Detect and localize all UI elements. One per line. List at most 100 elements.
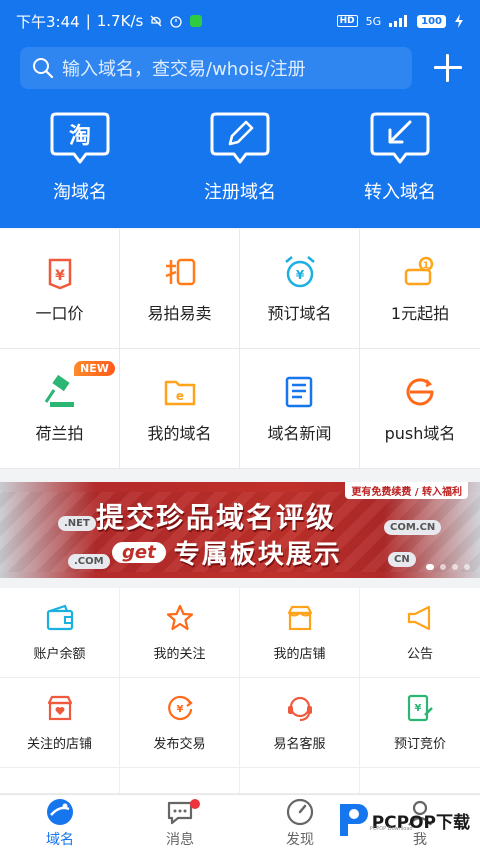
feature-label: 荷兰拍 xyxy=(35,423,84,443)
service-label: 发布交易 xyxy=(153,737,206,752)
transfer-in-icon xyxy=(370,112,430,164)
charging-icon xyxy=(455,14,463,28)
service-reserve-bid[interactable]: ¥ 预订竞价 xyxy=(360,678,480,768)
banner-title: 提交珍品域名评级 xyxy=(96,501,337,534)
service-account-balance[interactable]: 账户余额 xyxy=(0,588,120,678)
megaphone-icon xyxy=(407,605,431,631)
quick-label: 转入域名 xyxy=(364,182,436,203)
service-label: 预订竞价 xyxy=(393,737,446,752)
mute-icon xyxy=(150,15,162,27)
feature-label: push域名 xyxy=(384,423,456,443)
carousel-dot[interactable] xyxy=(452,564,458,570)
bid-doc-icon: ¥ xyxy=(407,694,433,722)
carousel-dot[interactable] xyxy=(464,564,470,570)
watermark-logo-icon xyxy=(339,804,368,836)
service-label: 我的店铺 xyxy=(273,647,326,662)
service-label: 我的关注 xyxy=(153,647,206,662)
banner-tag: COM.CN xyxy=(384,520,442,535)
feature-dutch-auction[interactable]: NEW 荷兰拍 xyxy=(0,349,120,469)
svg-text:¥: ¥ xyxy=(415,703,422,714)
feature-domain-news[interactable]: 域名新闻 xyxy=(240,349,360,469)
quick-tao-domain[interactable]: 淘 淘域名 xyxy=(0,110,160,204)
svg-text:¥: ¥ xyxy=(55,268,65,284)
svg-text:¥: ¥ xyxy=(176,704,183,715)
signal-icon xyxy=(389,15,408,27)
status-speed: 1.7K/s xyxy=(96,12,144,30)
service-publish-trade[interactable]: ¥ 发布交易 xyxy=(120,678,240,768)
carousel-dot[interactable] xyxy=(426,564,434,570)
banner-top-text: 更有免费续费 / 转入福利 xyxy=(345,482,468,499)
battery-level: 100 xyxy=(417,14,446,28)
feature-reserve-domain[interactable]: ¥ 预订域名 xyxy=(240,229,360,349)
quick-actions: 淘 淘域名 注册域名 转入域名 xyxy=(0,110,480,204)
coin-stack-icon: 1 xyxy=(404,256,434,285)
service-announcement[interactable]: 公告 xyxy=(360,588,480,678)
auction-card-icon xyxy=(165,258,195,285)
header: 下午3:44 | 1.7K/s HD 5G 100 输入域名，查交易/whois… xyxy=(0,0,480,228)
alarm-clock-icon: ¥ xyxy=(284,255,315,287)
unread-dot xyxy=(190,799,200,809)
push-e-icon xyxy=(406,377,434,405)
service-label: 易名客服 xyxy=(273,737,326,752)
status-time: 下午3:44 xyxy=(16,12,80,31)
svg-text:¥: ¥ xyxy=(295,268,304,282)
gavel-icon xyxy=(44,374,74,407)
service-row-partial xyxy=(120,768,240,794)
tao-domain-icon: 淘 xyxy=(50,112,110,164)
nav-messages[interactable]: 消息 xyxy=(120,795,240,853)
feature-fixed-price[interactable]: ¥ 一口价 xyxy=(0,229,120,349)
svg-text:1: 1 xyxy=(423,261,429,271)
service-my-follows[interactable]: 我的关注 xyxy=(120,588,240,678)
headset-icon xyxy=(287,696,312,721)
status-bar: 下午3:44 | 1.7K/s HD 5G 100 xyxy=(0,0,480,42)
banner-tag: .COM xyxy=(68,554,110,569)
add-icon[interactable] xyxy=(432,52,464,84)
banner-subtitle-row: get 专属板块展示 xyxy=(112,534,342,571)
nav-label: 域名 xyxy=(46,832,74,848)
app-notify-icon xyxy=(190,15,203,27)
quick-register-domain[interactable]: 注册域名 xyxy=(160,110,320,204)
watermark: PCPOP下载 PCPOP Download xyxy=(336,800,470,840)
feature-my-domains[interactable]: e 我的域名 xyxy=(120,349,240,469)
feature-label: 域名新闻 xyxy=(267,423,332,443)
feature-push-domain[interactable]: push域名 xyxy=(360,349,480,469)
service-followed-shops[interactable]: 关注的店铺 xyxy=(0,678,120,768)
nav-label: 发现 xyxy=(286,832,314,848)
nav-domain[interactable]: 域名 xyxy=(0,795,120,853)
feature-one-yuan-auction[interactable]: 1 1元起拍 xyxy=(360,229,480,349)
network-label: 5G xyxy=(365,14,382,28)
service-customer-support[interactable]: 易名客服 xyxy=(240,678,360,768)
service-my-shop[interactable]: 我的店铺 xyxy=(240,588,360,678)
svg-text:e: e xyxy=(175,389,183,403)
feature-label: 1元起拍 xyxy=(390,303,450,323)
new-badge: NEW xyxy=(74,361,115,376)
feature-easy-auction[interactable]: 易拍易卖 xyxy=(120,229,240,349)
carousel-dot[interactable] xyxy=(440,564,446,570)
publish-trade-icon: ¥ xyxy=(167,695,193,721)
service-row-partial xyxy=(0,768,120,794)
promo-banner[interactable]: 更有免费续费 / 转入福利 .NET .COM COM.CN CN 提交珍品域名… xyxy=(0,482,480,578)
followed-shop-icon xyxy=(47,695,72,721)
search-placeholder: 输入域名，查交易/whois/注册 xyxy=(62,59,306,80)
search-input[interactable]: 输入域名，查交易/whois/注册 xyxy=(20,47,412,89)
feature-label: 一口价 xyxy=(35,303,84,323)
banner-subtitle: 专属板块展示 xyxy=(173,540,342,570)
service-row-partial xyxy=(240,768,360,794)
feature-label: 我的域名 xyxy=(147,423,212,443)
quick-label: 淘域名 xyxy=(53,182,107,203)
banner-tag: .NET xyxy=(58,516,96,531)
service-row-partial xyxy=(360,768,480,794)
alarm-icon xyxy=(170,16,182,28)
globe-icon xyxy=(47,799,73,825)
search-icon xyxy=(33,58,54,79)
quick-transfer-domain[interactable]: 转入域名 xyxy=(320,110,480,204)
service-label: 账户余额 xyxy=(33,647,86,662)
nav-label: 消息 xyxy=(166,832,194,848)
service-label: 公告 xyxy=(406,647,433,662)
wallet-icon xyxy=(46,604,73,631)
compass-icon xyxy=(286,798,314,826)
folder-e-icon: e xyxy=(164,380,195,405)
status-separator: | xyxy=(85,12,91,30)
watermark-sub: PCPOP Download xyxy=(369,826,413,832)
star-icon xyxy=(166,604,193,631)
